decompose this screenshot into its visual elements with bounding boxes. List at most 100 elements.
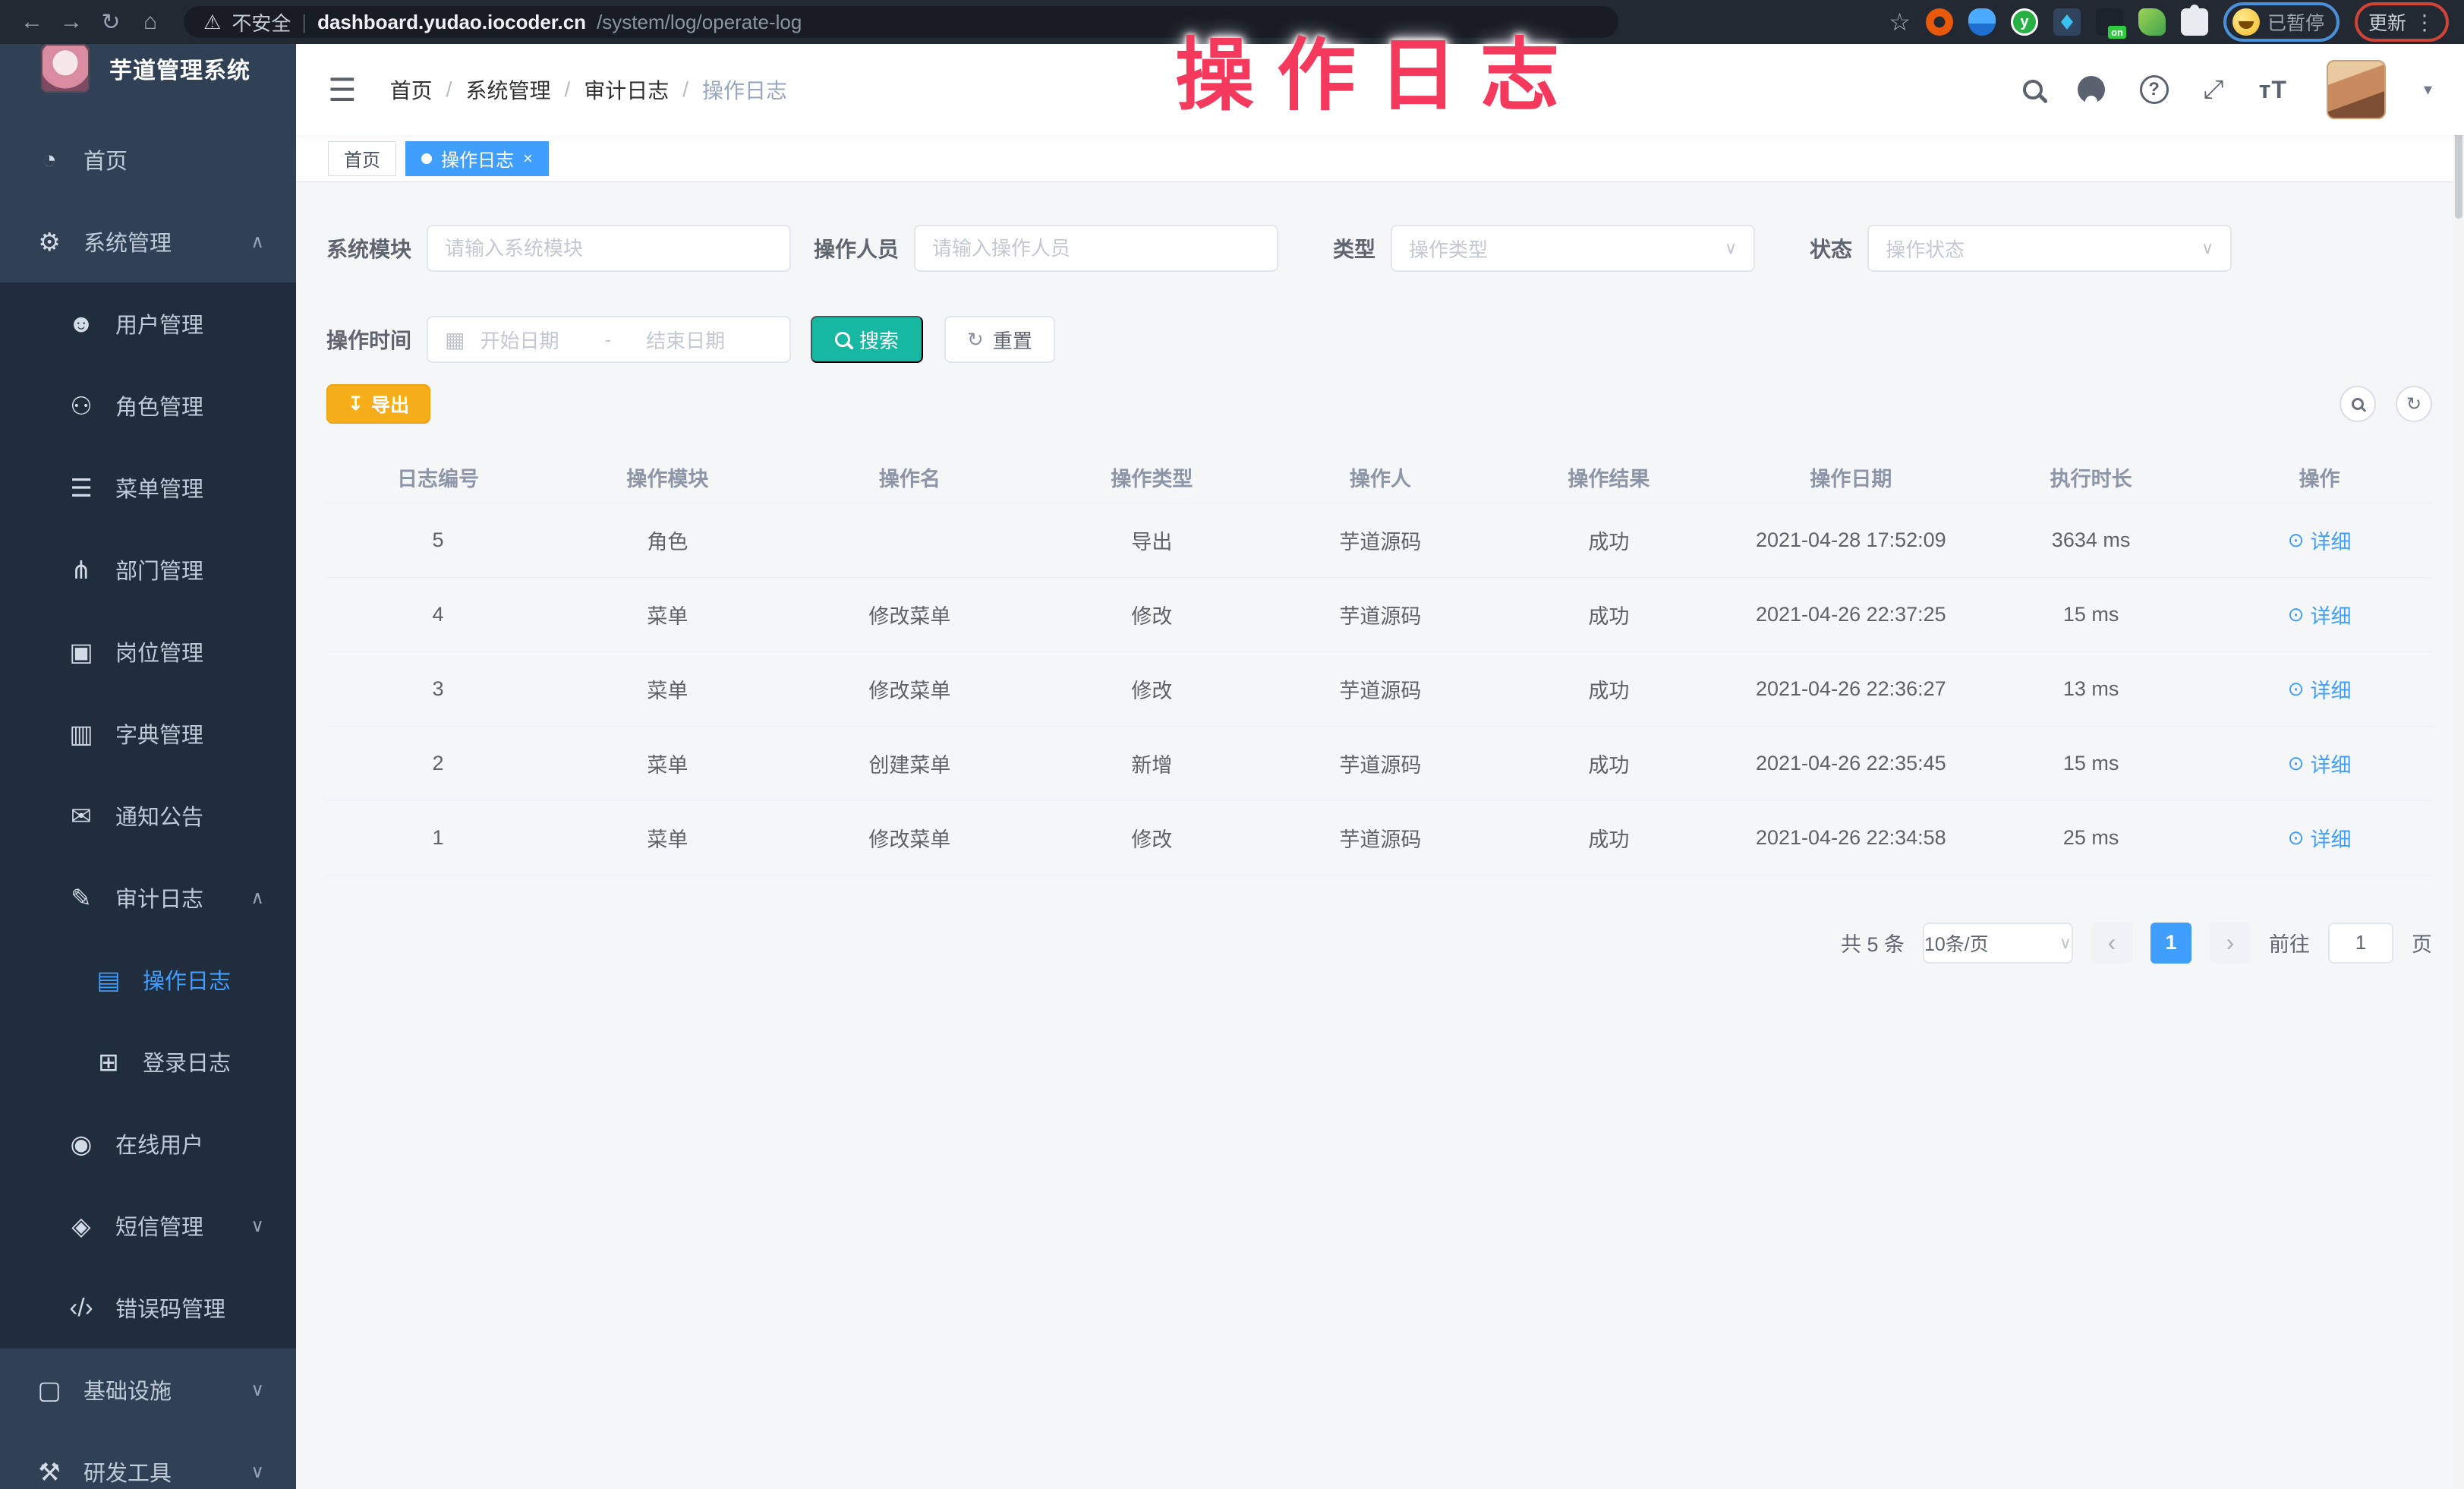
filter-type: 类型 操作类型 ∨ — [1333, 225, 1755, 272]
page-scrollbar[interactable] — [2453, 44, 2464, 1489]
browser-back-icon[interactable]: ← — [15, 5, 49, 39]
annotation-title: 操作日志 — [1175, 11, 1582, 125]
pagination: 共 5 条 10条/页 ∨ ‹ 1 › 前往 页 — [326, 923, 2432, 964]
sidebar-item-user-mgmt[interactable]: ☻ 用户管理 — [0, 282, 296, 364]
sidebar-item-infrastructure[interactable]: ▢ 基础设施 ∨ — [0, 1349, 296, 1431]
org-tree-icon: ⋔ — [64, 555, 99, 585]
sidebar-item-sms-mgmt[interactable]: ◈ 短信管理 ∨ — [0, 1185, 296, 1267]
detail-link[interactable]: ⊙详细 — [2288, 525, 2352, 555]
export-button[interactable]: ↧ 导出 — [326, 384, 430, 424]
app-logo[interactable]: 芋道管理系统 — [0, 44, 296, 93]
github-icon[interactable] — [2078, 76, 2105, 103]
sidebar-item-operate-log[interactable]: ▤ 操作日志 — [0, 939, 296, 1021]
chevron-down-icon: ∨ — [250, 1379, 264, 1401]
tab-operate-log[interactable]: 操作日志 × — [405, 141, 549, 176]
table-header-row: 日志编号 操作模块 操作名 操作类型 操作人 操作结果 操作日期 执行时长 操作 — [326, 453, 2432, 503]
col-type: 操作类型 — [1034, 453, 1270, 503]
browser-home-icon[interactable]: ⌂ — [134, 5, 167, 39]
extension-green-icon[interactable]: y — [2011, 8, 2038, 36]
gear-icon: ⚙ — [32, 227, 67, 257]
search-icon — [2352, 398, 2364, 410]
sidebar-collapse-icon[interactable]: ☰ — [328, 71, 357, 109]
page-size-value: 10条/页 — [1924, 929, 1989, 957]
help-icon[interactable]: ? — [2140, 75, 2169, 104]
sidebar-item-dict-mgmt[interactable]: ▥ 字典管理 — [0, 692, 296, 774]
tab-close-icon[interactable]: × — [523, 149, 533, 169]
breadcrumb-separator: / — [564, 77, 570, 102]
module-input[interactable] — [445, 237, 773, 260]
sidebar-item-label: 部门管理 — [115, 554, 203, 585]
sidebar-item-role-mgmt[interactable]: ⚇ 角色管理 — [0, 364, 296, 446]
show-search-toggle-button[interactable] — [2340, 386, 2376, 422]
code-icon: ‹/› — [64, 1293, 99, 1322]
sidebar-item-home[interactable]: ◔ 首页 — [0, 118, 296, 200]
eye-icon: ⊙ — [2288, 528, 2305, 552]
sidebar-item-login-log[interactable]: ⊞ 登录日志 — [0, 1021, 296, 1103]
prev-page-button[interactable]: ‹ — [2091, 923, 2132, 964]
sidebar-item-label: 字典管理 — [115, 718, 203, 749]
filter-operator: 操作人员 — [814, 225, 1278, 272]
sidebar-item-errorcode-mgmt[interactable]: ‹/› 错误码管理 — [0, 1267, 296, 1349]
user-avatar[interactable] — [2327, 60, 2386, 119]
security-label: 不安全 — [232, 8, 291, 36]
eye-icon: ⊙ — [2288, 752, 2305, 775]
extensions-puzzle-icon[interactable] — [2181, 8, 2208, 36]
extension-gem-icon[interactable] — [2053, 8, 2081, 36]
sidebar-item-dept-mgmt[interactable]: ⋔ 部门管理 — [0, 528, 296, 610]
browser-menu-icon[interactable]: ⋮ — [2414, 10, 2435, 35]
col-duration: 执行时长 — [1975, 453, 2207, 503]
search-button[interactable]: 搜索 — [811, 316, 923, 363]
detail-link[interactable]: ⊙详细 — [2288, 823, 2352, 853]
col-result: 操作结果 — [1491, 453, 1727, 503]
page-content: 系统模块 操作人员 类型 操作类型 — [296, 182, 2464, 1489]
sidebar-item-online-users[interactable]: ◉ 在线用户 — [0, 1103, 296, 1185]
sidebar: 芋道管理系统 ◔ 首页 ⚙ 系统管理 ∧ ☻ 用户管理 ⚇ 角色管 — [0, 44, 296, 1489]
table-row: 2 菜单 创建菜单 新增 芋道源码 成功 2021-04-26 22:35:45… — [326, 726, 2432, 800]
sidebar-item-label: 在线用户 — [115, 1128, 203, 1159]
module-label: 系统模块 — [326, 233, 411, 263]
tab-home[interactable]: 首页 — [328, 141, 396, 176]
breadcrumb-current: 操作日志 — [702, 74, 787, 105]
breadcrumb-home[interactable]: 首页 — [390, 74, 433, 105]
detail-link[interactable]: ⊙详细 — [2288, 600, 2352, 629]
current-page-button[interactable]: 1 — [2150, 923, 2191, 964]
reset-button[interactable]: ↻ 重置 — [944, 316, 1055, 363]
sidebar-item-notice[interactable]: ✉ 通知公告 — [0, 774, 296, 856]
browser-forward-icon[interactable]: → — [55, 5, 88, 39]
document-icon: ▤ — [91, 965, 126, 995]
eye-icon: ⊙ — [2288, 603, 2305, 626]
sidebar-item-system-mgmt[interactable]: ⚙ 系统管理 ∧ — [0, 200, 296, 282]
operator-input[interactable] — [932, 237, 1260, 260]
breadcrumb-audit[interactable]: 审计日志 — [584, 74, 669, 105]
breadcrumb-system[interactable]: 系统管理 — [465, 74, 550, 105]
refresh-table-button[interactable]: ↻ — [2396, 386, 2432, 422]
sidebar-item-post-mgmt[interactable]: ▣ 岗位管理 — [0, 610, 296, 692]
status-select[interactable]: 操作状态 ∨ — [1867, 225, 2232, 272]
extension-orange-icon[interactable] — [1926, 8, 1953, 36]
search-button-label: 搜索 — [859, 326, 899, 354]
extension-pin-icon[interactable] — [1968, 8, 1996, 36]
type-select[interactable]: 操作类型 ∨ — [1391, 225, 1755, 272]
next-page-button[interactable]: › — [2210, 923, 2251, 964]
font-size-icon[interactable]: тT — [2259, 76, 2287, 104]
extension-dark-icon[interactable]: on — [2096, 8, 2123, 36]
sidebar-item-label: 登录日志 — [143, 1046, 231, 1077]
detail-link[interactable]: ⊙详细 — [2288, 674, 2352, 704]
book-icon: ▥ — [64, 719, 99, 749]
browser-update-button[interactable]: 更新 ⋮ — [2355, 2, 2449, 42]
detail-link[interactable]: ⊙详细 — [2288, 749, 2352, 778]
search-icon[interactable] — [2023, 80, 2043, 99]
fullscreen-icon[interactable]: ⤢ — [2204, 75, 2224, 105]
bookmark-star-icon[interactable]: ☆ — [1889, 8, 1911, 36]
browser-reload-icon[interactable]: ↻ — [94, 5, 128, 39]
extension-leaf-icon[interactable] — [2138, 8, 2166, 36]
date-range-picker[interactable]: ▦ 开始日期 - 结束日期 — [427, 316, 791, 363]
sidebar-item-dev-tools[interactable]: ⚒ 研发工具 ∨ — [0, 1431, 296, 1489]
sidebar-item-menu-mgmt[interactable]: ☰ 菜单管理 — [0, 446, 296, 528]
avatar-caret-down-icon[interactable]: ▾ — [2424, 80, 2432, 99]
page-size-select[interactable]: 10条/页 ∨ — [1923, 923, 2073, 964]
goto-page-input[interactable] — [2328, 923, 2393, 964]
search-icon — [835, 332, 850, 347]
sidebar-item-audit-log[interactable]: ✎ 审计日志 ∧ — [0, 856, 296, 939]
extension-paused-badge[interactable]: 已暂停 — [2223, 2, 2340, 42]
